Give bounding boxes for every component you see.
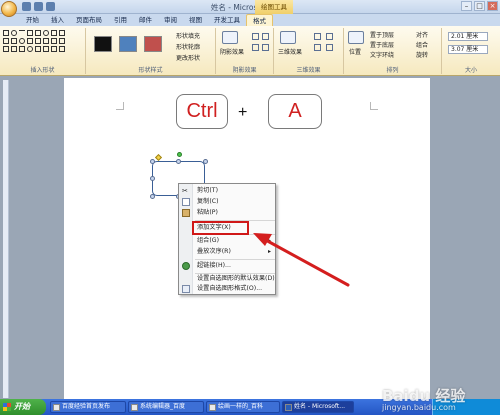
taskbar-item-label: 百度经验首页发布 [62,403,111,410]
browser-icon [209,404,216,411]
word-doc-icon [285,404,292,411]
taskbar-item[interactable]: 系统编辑器_百度 [128,401,204,413]
browser-icon [53,404,60,411]
browser-icon [131,404,138,411]
taskbar-item-label: 姓名 - Microsoft... [294,403,346,410]
taskbar-item-word[interactable]: 姓名 - Microsoft... [282,401,354,413]
watermark: Baidu 经验 jingyan.baidu.com [382,385,465,412]
taskbar-item-label: 系统编辑器_百度 [140,403,186,410]
start-label: 开始 [14,402,30,411]
start-button[interactable]: 开始 [0,399,46,415]
watermark-sub: jingyan.baidu.com [382,403,456,412]
annotation-arrow [253,233,350,287]
windows-logo-icon [3,403,11,411]
taskbar-item[interactable]: 绘画一样的_百科 [206,401,280,413]
taskbar-item[interactable]: 百度经验首页发布 [50,401,126,413]
office-button[interactable] [1,1,17,17]
taskbar-item-label: 绘画一样的_百科 [218,403,264,410]
